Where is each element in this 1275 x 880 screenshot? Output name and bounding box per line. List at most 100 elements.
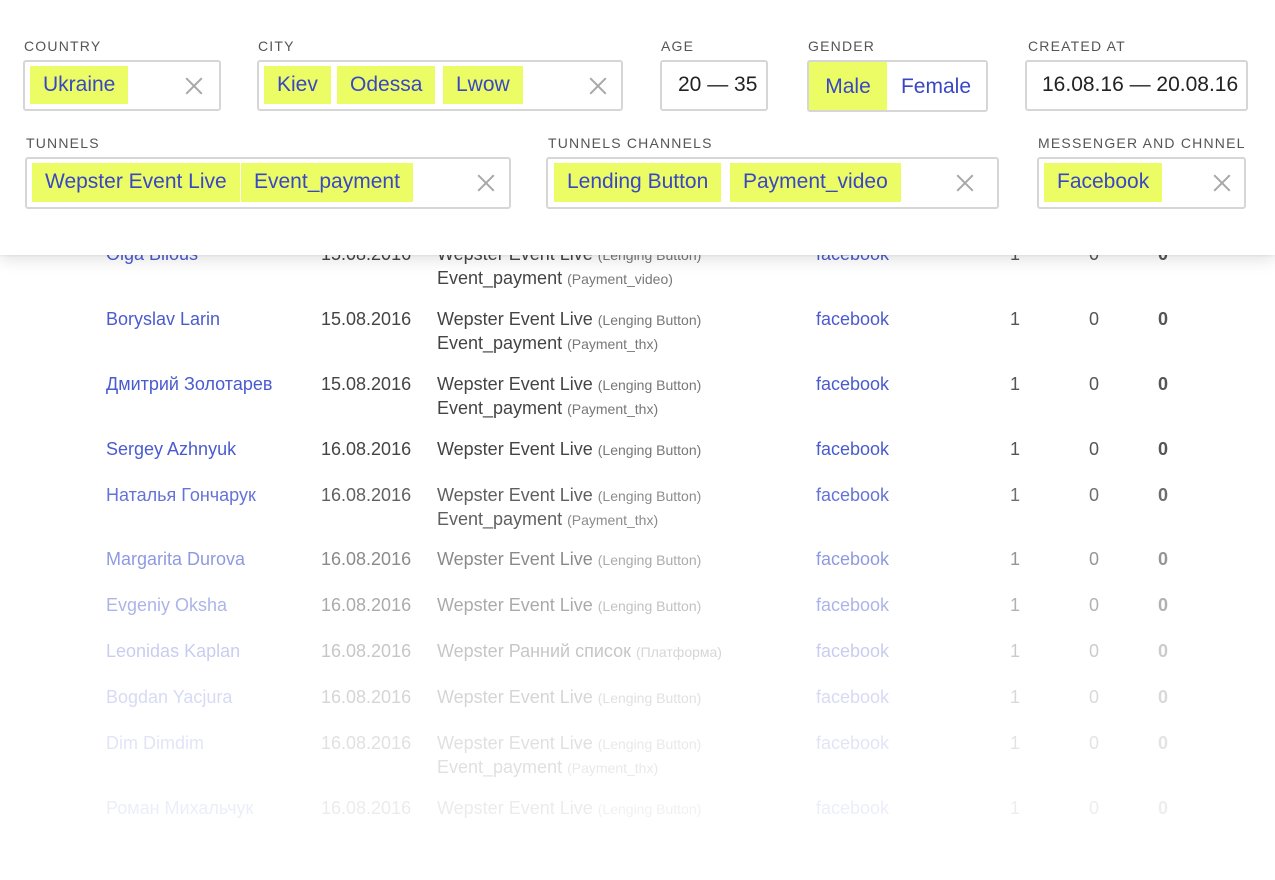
tunnel-channel: (Payment_thx) — [567, 401, 659, 417]
tunnel-name: Wepster Event Live — [437, 549, 593, 569]
country-filter[interactable]: Ukraine — [23, 60, 221, 111]
tunnel-entry: Wepster Event Live (Lenging Button) — [437, 374, 701, 395]
gender-male-option[interactable]: Male — [809, 62, 887, 110]
filter-panel: COUNTRY Ukraine CITY Kiev Odessa Lwow AG… — [0, 0, 1275, 255]
gender-female-option[interactable]: Female — [887, 62, 985, 110]
count-col-1: 1 — [1010, 485, 1021, 505]
contact-name-link[interactable]: Sergey Azhnyuk — [106, 439, 236, 460]
tunnels-channels-filter[interactable]: Lending Button Payment_video — [546, 157, 999, 209]
created-date: 16.08.2016 — [321, 439, 412, 459]
country-clear-icon[interactable] — [185, 77, 203, 95]
city-tag-kiev[interactable]: Kiev — [264, 66, 331, 104]
tunnel-name: Event_payment — [437, 268, 563, 288]
tunnels-cell: Wepster Event Live (Lenging Button) Event… — [437, 374, 701, 419]
messenger-link[interactable]: facebook — [816, 687, 889, 708]
created-date: 16.08.2016 — [321, 687, 412, 707]
tunnels-cell: Wepster Event Live (Lenging Button) — [437, 549, 701, 570]
tunnel-name: Event_payment — [437, 398, 563, 418]
tunnels-cell: Wepster Event Live (Lenging Button) Event… — [437, 309, 701, 354]
tunnel-entry: Event_payment (Payment_thx) — [437, 757, 701, 778]
messenger-filter[interactable]: Facebook — [1037, 157, 1246, 209]
tunnel-channel: (Lenging Button) — [597, 690, 702, 706]
tunnels-tag-event-payment[interactable]: Event_payment — [241, 163, 413, 202]
messenger-tag-facebook[interactable]: Facebook — [1044, 163, 1163, 202]
count-col-2: 0 — [1089, 374, 1100, 394]
contact-name-link[interactable]: Dim Dimdim — [106, 733, 204, 754]
count-col-3: 0 — [1158, 641, 1169, 661]
count-col-1: 1 — [1010, 549, 1021, 569]
tunnel-channel: (Payment_thx) — [567, 512, 659, 528]
tunnel-name: Wepster Event Live — [437, 595, 593, 615]
messenger-link[interactable]: facebook — [816, 549, 889, 570]
gender-toggle[interactable]: Male Female — [807, 60, 988, 112]
tunnel-name: Wepster Event Live — [437, 798, 593, 818]
tunnel-channel: (Платформа) — [636, 644, 722, 660]
tunnel-name: Wepster Event Live — [437, 439, 593, 459]
count-col-1: 1 — [1010, 439, 1021, 459]
count-col-1: 1 — [1010, 595, 1021, 615]
contact-name-link[interactable]: Boryslav Larin — [106, 309, 220, 330]
count-col-2: 0 — [1089, 549, 1100, 569]
tunnels-clear-icon[interactable] — [477, 174, 495, 192]
city-tag-lwow[interactable]: Lwow — [443, 66, 523, 104]
tunnel-channel: (Lenging Button) — [597, 377, 702, 393]
count-col-3: 0 — [1158, 687, 1169, 707]
city-filter[interactable]: Kiev Odessa Lwow — [257, 60, 623, 111]
messenger-link[interactable]: facebook — [816, 374, 889, 395]
count-col-1: 1 — [1010, 687, 1021, 707]
tunnel-channel: (Lenging Button) — [597, 736, 702, 752]
channels-tag-payment-video[interactable]: Payment_video — [730, 163, 901, 202]
count-col-3: 0 — [1158, 798, 1169, 818]
messenger-link[interactable]: facebook — [816, 439, 889, 460]
messenger-clear-icon[interactable] — [1213, 174, 1231, 192]
count-col-2: 0 — [1089, 798, 1100, 818]
tunnels-filter[interactable]: Wepster Event Live Event_payment — [25, 157, 511, 209]
tunnels-tag-wepster[interactable]: Wepster Event Live — [32, 163, 240, 202]
city-label: CITY — [258, 38, 295, 54]
tunnel-channel: (Lenging Button) — [597, 442, 702, 458]
age-range-value: 20 — 35 — [678, 73, 758, 96]
count-col-3: 0 — [1158, 309, 1169, 329]
count-col-2: 0 — [1089, 595, 1100, 615]
contact-name-link[interactable]: Margarita Durova — [106, 549, 245, 570]
tunnel-channel: (Lenging Button) — [597, 801, 702, 817]
tunnel-entry: Wepster Event Live (Lenging Button) — [437, 733, 701, 754]
tunnel-entry: Wepster Event Live (Lenging Button) — [437, 798, 701, 819]
tunnel-name: Event_payment — [437, 509, 563, 529]
city-clear-icon[interactable] — [589, 77, 607, 95]
tunnel-channel: (Lenging Button) — [597, 552, 702, 568]
channels-clear-icon[interactable] — [956, 174, 974, 192]
count-col-2: 0 — [1089, 687, 1100, 707]
tunnel-name: Event_payment — [437, 333, 563, 353]
contact-name-link[interactable]: Дмитрий Золотарев — [106, 374, 272, 395]
count-col-3: 0 — [1158, 733, 1169, 753]
count-col-2: 0 — [1089, 439, 1100, 459]
created-date: 16.08.2016 — [321, 595, 412, 615]
messenger-link[interactable]: facebook — [816, 798, 889, 819]
channels-tag-lending-button[interactable]: Lending Button — [554, 163, 722, 202]
messenger-label: MESSENGER AND CHNNEL — [1038, 135, 1246, 151]
messenger-link[interactable]: facebook — [816, 309, 889, 330]
age-range-input[interactable]: 20 — 35 — [660, 60, 768, 111]
tunnel-name: Wepster Event Live — [437, 309, 593, 329]
messenger-link[interactable]: facebook — [816, 733, 889, 754]
messenger-link[interactable]: facebook — [816, 485, 889, 506]
contact-name-link[interactable]: Наталья Гончарук — [106, 485, 256, 506]
tunnel-channel: (Lenging Button) — [597, 312, 702, 328]
tunnel-entry: Wepster Event Live (Lenging Button) — [437, 595, 701, 616]
tunnel-channel: (Lenging Button) — [597, 598, 702, 614]
messenger-link[interactable]: facebook — [816, 595, 889, 616]
contact-name-link[interactable]: Evgeniy Oksha — [106, 595, 227, 616]
tunnel-entry: Wepster Event Live (Lenging Button) — [437, 485, 701, 506]
contact-name-link[interactable]: Роман Михальчук — [106, 798, 253, 819]
contact-name-link[interactable]: Bogdan Yacjura — [106, 687, 232, 708]
created-at-input[interactable]: 16.08.16 — 20.08.16 — [1025, 60, 1248, 111]
tunnel-name: Wepster Event Live — [437, 374, 593, 394]
tunnel-entry: Wepster Event Live (Lenging Button) — [437, 439, 701, 460]
tunnels-cell: Wepster Event Live (Lenging Button) — [437, 595, 701, 616]
messenger-link[interactable]: facebook — [816, 641, 889, 662]
tunnels-cell: Wepster Event Live (Lenging Button) Event… — [437, 485, 701, 530]
contact-name-link[interactable]: Leonidas Kaplan — [106, 641, 240, 662]
country-tag[interactable]: Ukraine — [30, 66, 129, 104]
city-tag-odessa[interactable]: Odessa — [337, 66, 436, 104]
